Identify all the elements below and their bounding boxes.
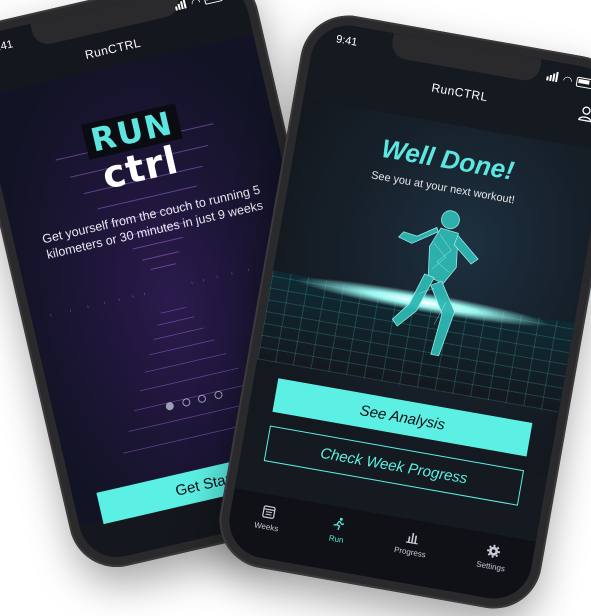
wifi-icon: ◠ [562, 73, 574, 87]
tab-weeks-label: Weeks [253, 520, 279, 533]
runner-icon [331, 516, 347, 532]
status-icons: ◠ [174, 0, 223, 13]
tab-progress[interactable]: Progress [393, 527, 429, 559]
page-dot-4[interactable] [213, 390, 223, 400]
page-dot-3[interactable] [197, 394, 207, 404]
tab-progress-label: Progress [393, 545, 426, 559]
tab-settings[interactable]: Settings [476, 542, 509, 574]
bottom-tab-bar: Weeks Run Progress [223, 488, 535, 604]
tab-weeks[interactable]: Weeks [253, 503, 282, 534]
wifi-icon: ◠ [190, 0, 202, 9]
battery-icon [203, 0, 223, 5]
status-time: 9:41 [0, 38, 14, 55]
signal-icon [546, 70, 560, 85]
calendar-icon [261, 504, 277, 520]
status-time: 9:41 [335, 33, 358, 49]
user-profile-icon[interactable] [578, 105, 591, 123]
bar-chart-icon [404, 529, 420, 545]
signal-icon [174, 0, 189, 13]
page-dot-1[interactable] [165, 401, 175, 411]
page-dot-2[interactable] [181, 398, 191, 408]
gear-icon [485, 543, 501, 559]
tab-run[interactable]: Run [328, 516, 347, 545]
battery-icon [576, 77, 591, 90]
status-icons: ◠ [546, 70, 591, 91]
tab-run-label: Run [328, 534, 344, 545]
tab-settings-label: Settings [476, 560, 506, 574]
